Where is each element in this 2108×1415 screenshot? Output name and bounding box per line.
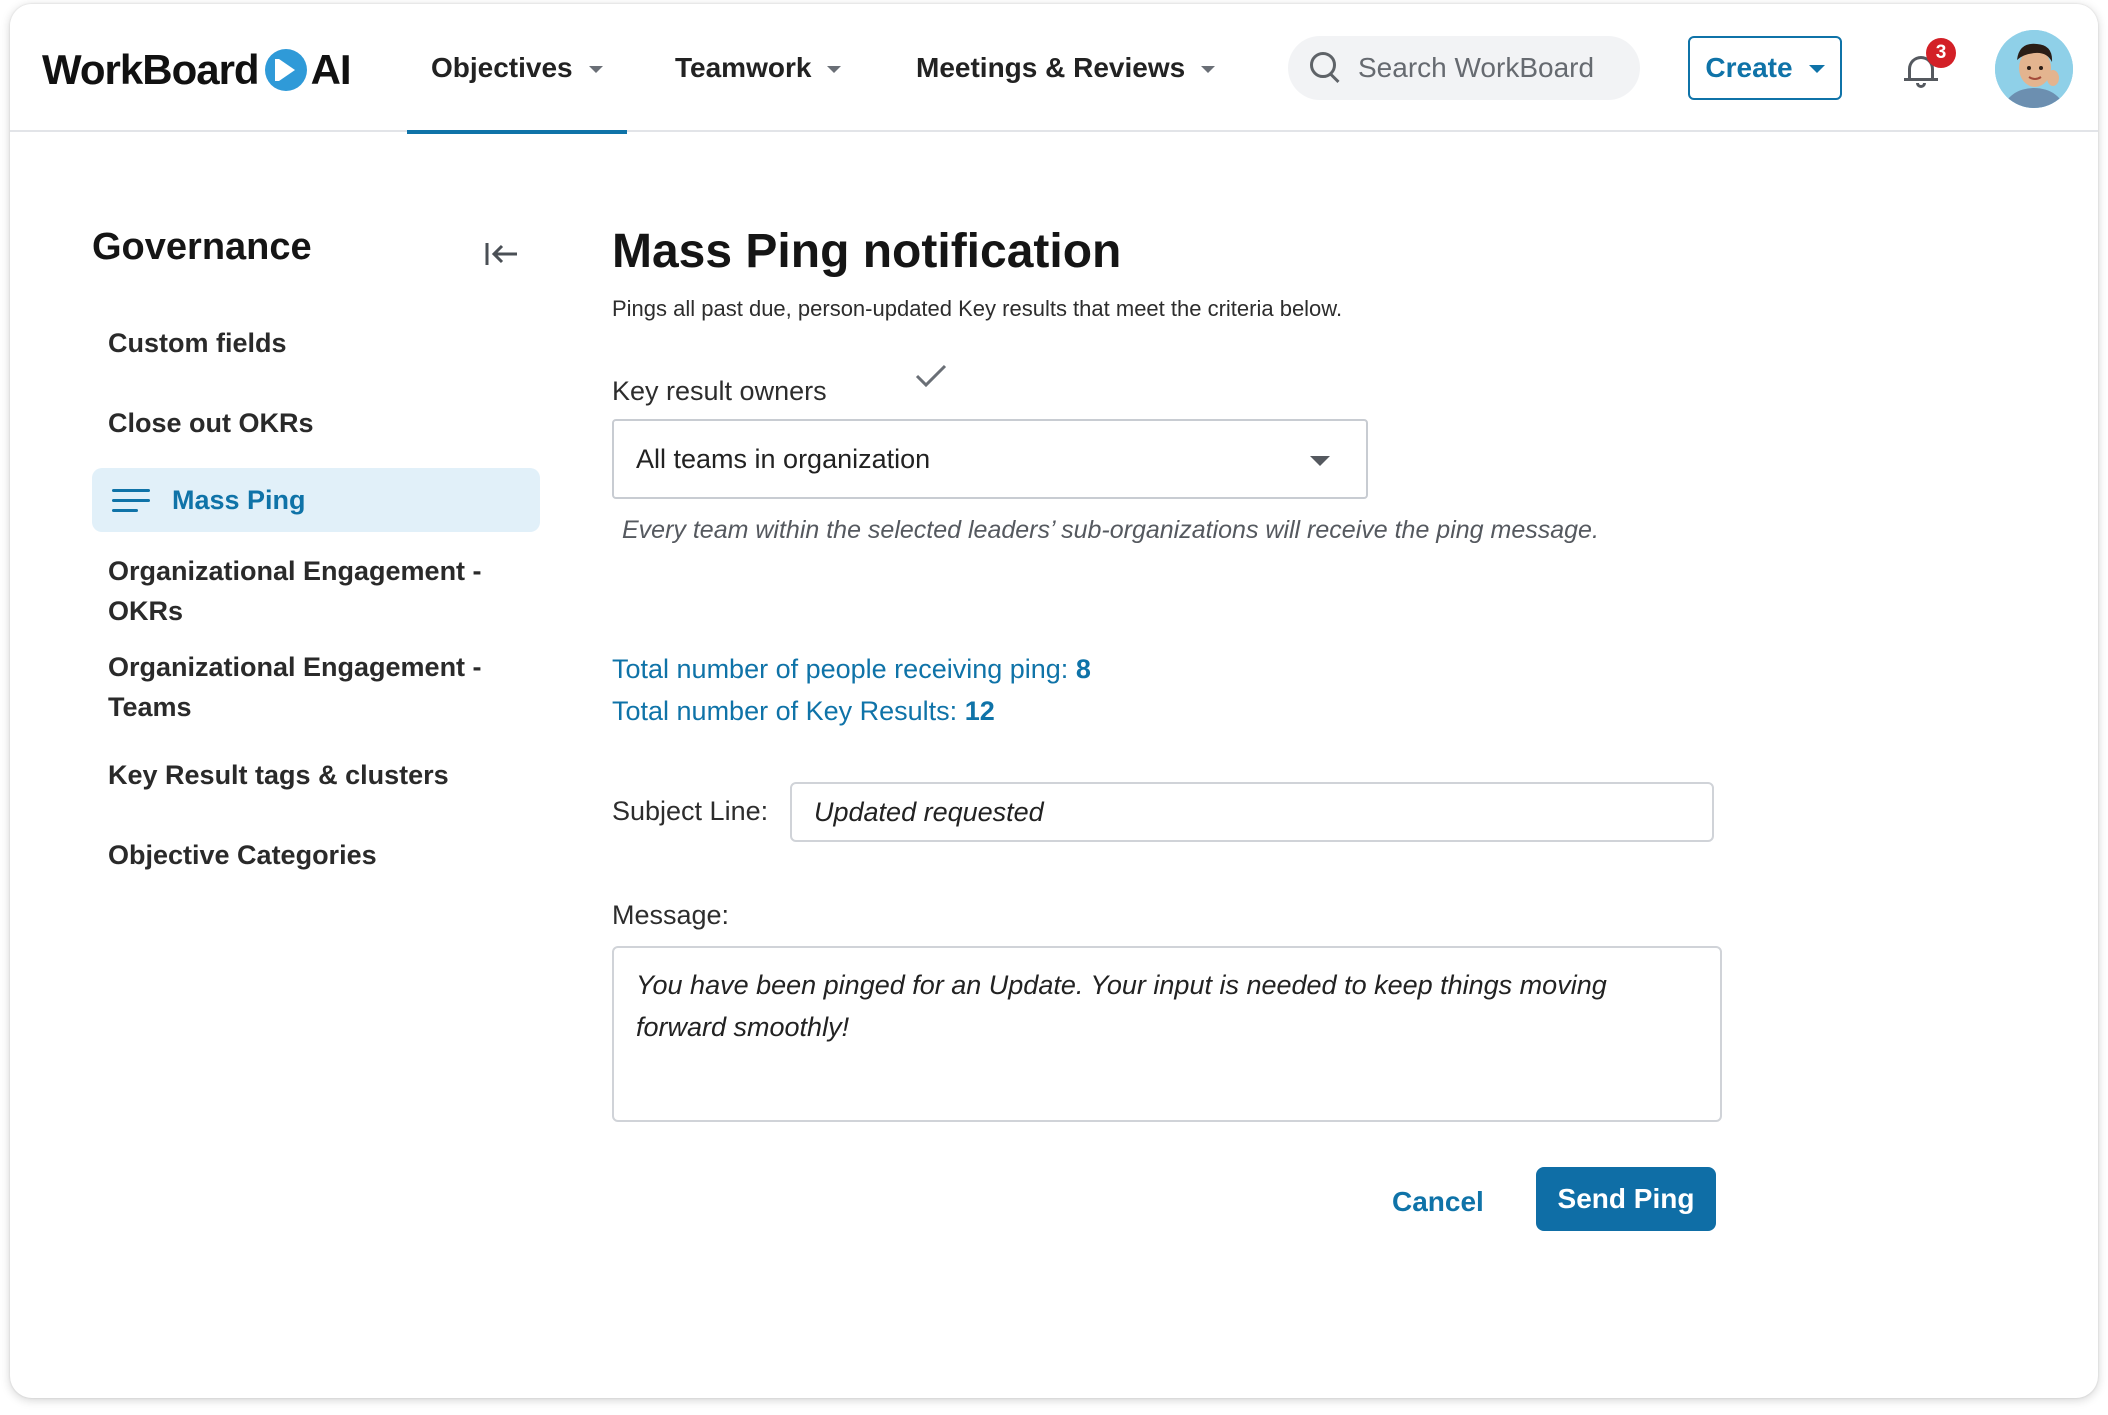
chevron-down-icon	[827, 65, 842, 73]
kr-count-label: Total number of Key Results:	[612, 696, 958, 726]
kr-count-value: 12	[964, 696, 995, 726]
search-box[interactable]	[1288, 36, 1640, 100]
send-ping-button[interactable]: Send Ping	[1536, 1167, 1716, 1231]
logo-text: WorkBoard	[42, 46, 260, 93]
app-window: WorkBoard AI Objectives Teamwork Meeting…	[10, 4, 2098, 1398]
owners-select-value: All teams in organization	[636, 443, 931, 474]
tab-meetings-reviews[interactable]: Meetings & Reviews	[916, 4, 1216, 132]
top-nav-bar: WorkBoard AI Objectives Teamwork Meeting…	[10, 4, 2098, 134]
sidebar-item-objective-categories[interactable]: Objective Categories	[92, 835, 540, 875]
subject-input[interactable]: Updated requested	[790, 782, 1714, 842]
logo-suffix: AI	[310, 46, 352, 93]
create-button-label: Create	[1705, 52, 1793, 83]
people-count-value: 8	[1075, 654, 1091, 684]
avatar[interactable]	[1995, 30, 2073, 108]
subject-label: Subject Line:	[612, 796, 769, 826]
cancel-button[interactable]: Cancel	[1392, 1170, 1484, 1234]
sidebar-item-mass-ping[interactable]: Mass Ping	[92, 468, 540, 532]
message-label: Message:	[612, 900, 730, 930]
tab-teamwork[interactable]: Teamwork	[675, 4, 842, 132]
chevron-down-icon	[1808, 65, 1825, 73]
chevron-down-icon	[1201, 65, 1216, 73]
sidebar-item-kr-tags-clusters[interactable]: Key Result tags & clusters	[92, 755, 540, 795]
people-count-label: Total number of people receiving ping:	[612, 654, 1069, 684]
notification-badge: 3	[1926, 38, 1956, 68]
sidebar-item-label: Mass Ping	[172, 485, 306, 515]
menu-icon	[112, 487, 150, 513]
owners-select[interactable]: All teams in organization	[612, 419, 1368, 499]
sidebar-item-custom-fields[interactable]: Custom fields	[92, 323, 540, 363]
logo-mark-icon	[264, 49, 307, 91]
search-input[interactable]	[1358, 52, 1628, 84]
sidebar-title: Governance	[92, 226, 312, 268]
tab-objectives-label: Objectives	[431, 52, 573, 83]
chevron-down-icon	[1310, 456, 1330, 466]
message-textarea[interactable]: You have been pinged for an Update. Your…	[612, 946, 1722, 1122]
owners-hint: Every team within the selected leaders’ …	[622, 516, 1599, 544]
page-description: Pings all past due, person-updated Key r…	[612, 296, 1343, 321]
sidebar-item-org-engagement-okrs[interactable]: Organizational Engagement - OKRs	[92, 551, 512, 631]
workboard-logo[interactable]: WorkBoard AI	[42, 42, 352, 98]
people-count-stat: Total number of people receiving ping: 8	[612, 654, 1091, 685]
check-icon	[915, 364, 947, 388]
owners-label: Key result owners	[612, 376, 827, 406]
tab-teamwork-label: Teamwork	[675, 52, 812, 83]
page-title: Mass Ping notification	[612, 225, 1122, 278]
create-button[interactable]: Create	[1688, 36, 1842, 100]
tab-objectives[interactable]: Objectives	[407, 4, 627, 134]
tab-meetings-label: Meetings & Reviews	[916, 52, 1186, 83]
sidebar-item-close-out-okrs[interactable]: Close out OKRs	[92, 403, 540, 443]
chevron-down-icon	[588, 65, 603, 73]
kr-count-stat: Total number of Key Results: 12	[612, 696, 995, 727]
sidebar-item-org-engagement-teams[interactable]: Organizational Engagement - Teams	[92, 647, 512, 727]
collapse-sidebar-icon[interactable]	[484, 240, 518, 268]
search-icon	[1310, 52, 1342, 84]
